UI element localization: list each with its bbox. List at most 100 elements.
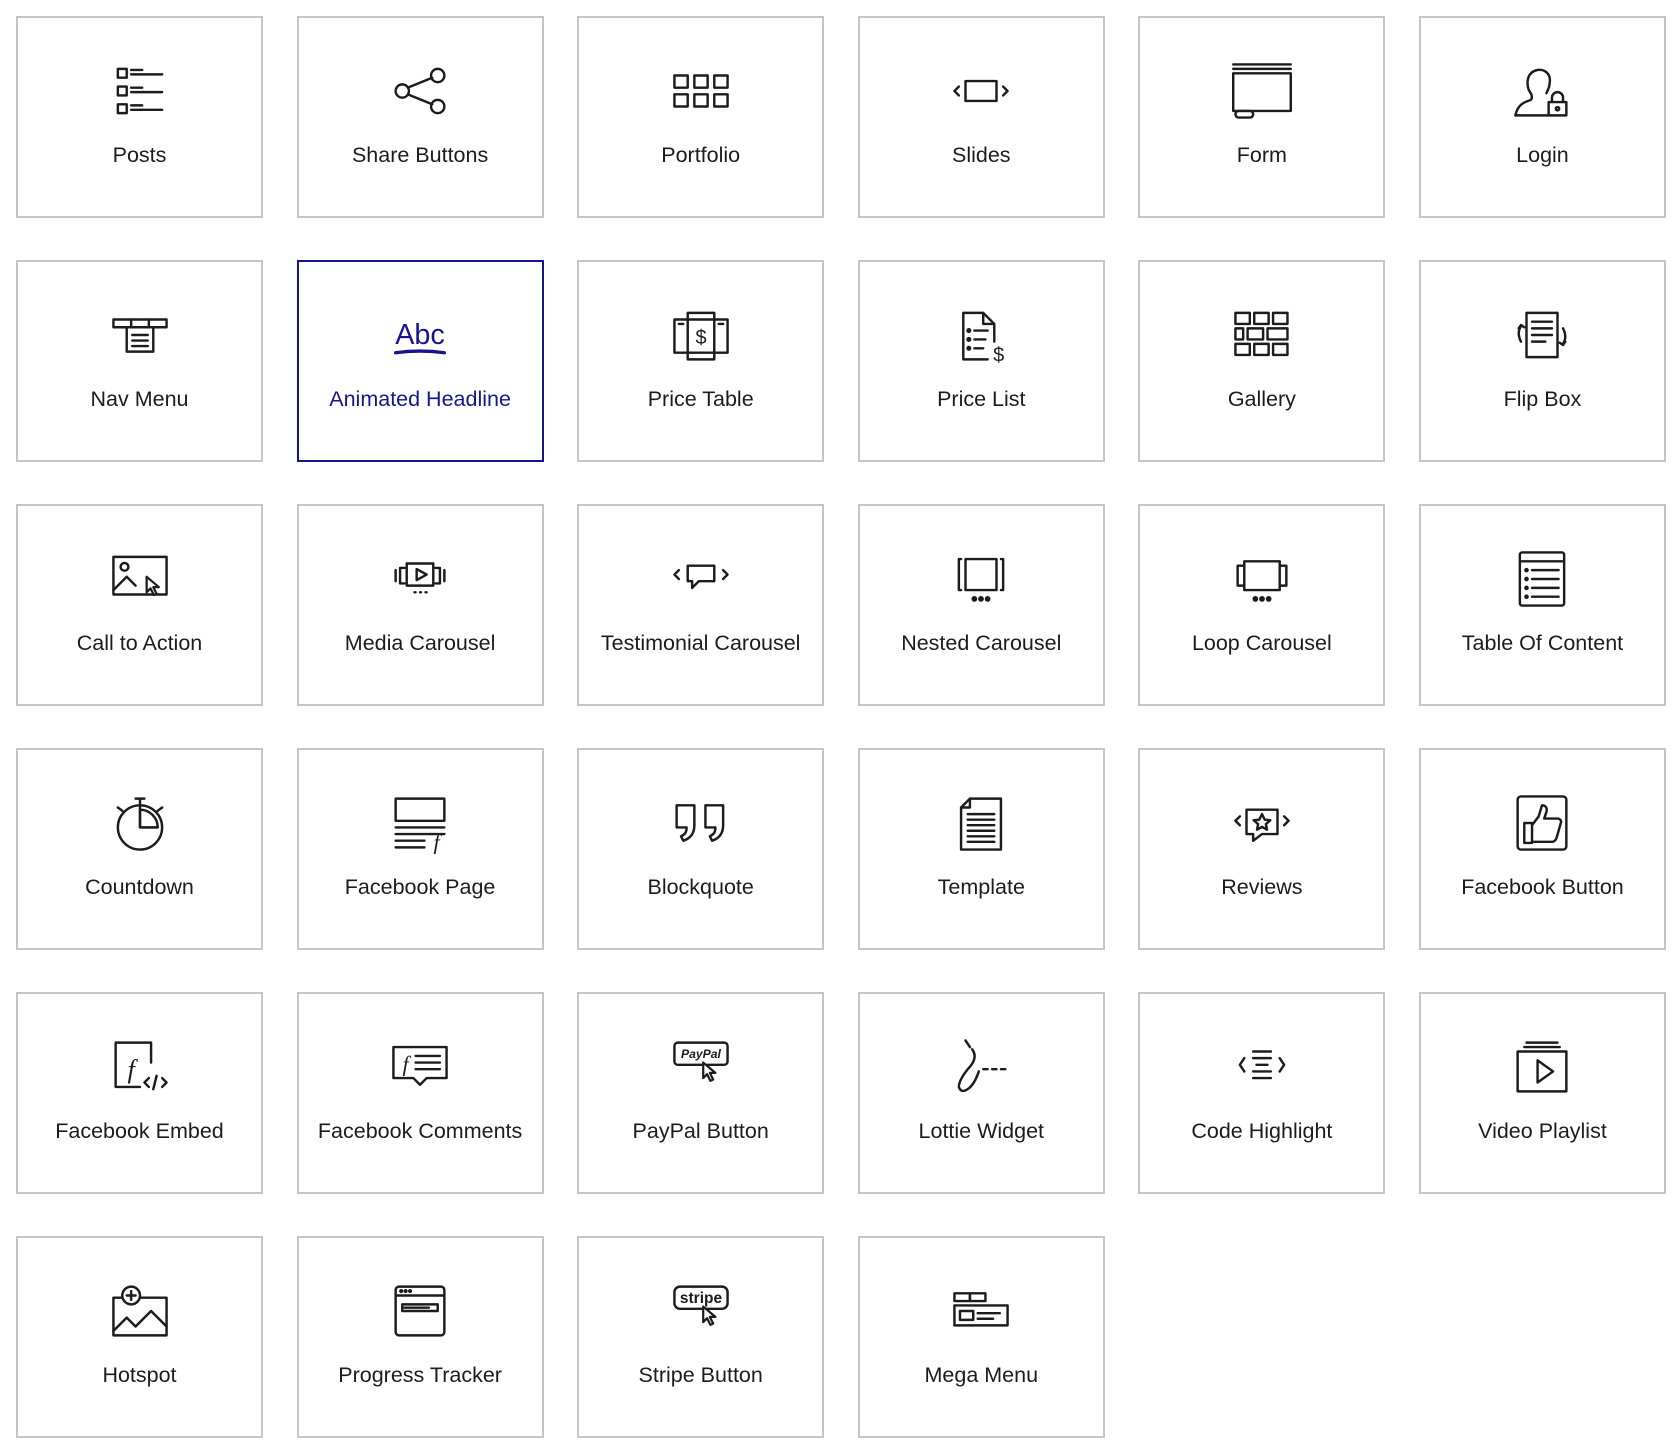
mega-menu-icon: [950, 1280, 1012, 1342]
widget-label: Animated Headline: [329, 387, 511, 411]
price-table-icon: $: [670, 304, 732, 366]
widget-label: Price Table: [647, 387, 754, 411]
hotspot-icon: [109, 1280, 171, 1342]
widget-tile-slides[interactable]: Slides: [857, 16, 1105, 218]
widget-label: Video Playlist: [1478, 1119, 1607, 1143]
widget-label: Facebook Button: [1461, 875, 1624, 899]
animated-headline-icon: Abc: [389, 304, 451, 366]
widget-tile-login[interactable]: Login: [1418, 16, 1666, 218]
stripe-button-icon: stripe: [670, 1280, 732, 1342]
widget-tile-facebook-comments[interactable]: f Facebook Comments: [296, 992, 544, 1194]
widget-tile-portfolio[interactable]: Portfolio: [577, 16, 825, 218]
widget-label: Stripe Button: [638, 1363, 763, 1387]
widget-label: Mega Menu: [924, 1363, 1039, 1387]
svg-text:f: f: [403, 1051, 412, 1076]
widget-tile-nested-carousel[interactable]: Nested Carousel: [857, 504, 1105, 706]
widget-label: PayPal Button: [632, 1119, 769, 1143]
portfolio-icon: [670, 60, 732, 122]
widget-tile-share-buttons[interactable]: Share Buttons: [296, 16, 544, 218]
svg-text:$: $: [695, 327, 706, 349]
widget-tile-call-to-action[interactable]: Call to Action: [16, 504, 263, 706]
widget-label: Table Of Content: [1461, 631, 1624, 655]
table-of-content-icon: [1511, 548, 1573, 610]
login-icon: [1511, 60, 1573, 122]
flip-box-icon: [1511, 304, 1573, 366]
widget-tile-posts[interactable]: Posts: [16, 16, 263, 218]
facebook-page-icon: f: [389, 792, 451, 854]
blockquote-icon: [670, 792, 732, 854]
facebook-comments-icon: f: [389, 1036, 451, 1098]
widget-tile-stripe-button[interactable]: stripe Stripe Button: [577, 1236, 825, 1438]
widget-label: Posts: [112, 143, 167, 167]
widget-tile-code-highlight[interactable]: Code Highlight: [1138, 992, 1386, 1194]
slides-icon: [950, 60, 1012, 122]
paypal-button-icon: PayPal: [670, 1036, 732, 1098]
price-list-icon: $: [950, 304, 1012, 366]
widget-tile-price-list[interactable]: $ Price List: [857, 260, 1105, 462]
widget-tile-table-of-content[interactable]: Table Of Content: [1418, 504, 1666, 706]
widget-tile-facebook-page[interactable]: f Facebook Page: [296, 748, 544, 950]
widget-label: Facebook Page: [344, 875, 496, 899]
widget-label: Testimonial Carousel: [600, 631, 801, 655]
reviews-icon: [1231, 792, 1293, 854]
template-icon: [950, 792, 1012, 854]
widget-tile-blockquote[interactable]: Blockquote: [577, 748, 825, 950]
widget-tile-template[interactable]: Template: [857, 748, 1105, 950]
widget-tile-facebook-button[interactable]: Facebook Button: [1418, 748, 1666, 950]
widget-label: Media Carousel: [344, 631, 496, 655]
widget-tile-media-carousel[interactable]: Media Carousel: [296, 504, 544, 706]
widget-tile-facebook-embed[interactable]: f Facebook Embed: [16, 992, 263, 1194]
widget-tile-reviews[interactable]: Reviews: [1138, 748, 1386, 950]
testimonial-carousel-icon: [670, 548, 732, 610]
widget-label: Login: [1516, 143, 1569, 167]
countdown-icon: [109, 792, 171, 854]
widget-label: Nested Carousel: [901, 631, 1062, 655]
widget-tile-lottie-widget[interactable]: Lottie Widget: [857, 992, 1105, 1194]
widget-tile-mega-menu[interactable]: Mega Menu: [857, 1236, 1105, 1438]
widget-label: Form: [1236, 143, 1287, 167]
progress-tracker-icon: [389, 1280, 451, 1342]
widget-label: Flip Box: [1503, 387, 1582, 411]
widget-label: Progress Tracker: [338, 1363, 502, 1387]
widget-label: Code Highlight: [1191, 1119, 1333, 1143]
widget-label: Facebook Embed: [55, 1119, 224, 1143]
code-highlight-icon: [1231, 1036, 1293, 1098]
widget-label: Call to Action: [76, 631, 203, 655]
abc-text: Abc: [395, 319, 445, 351]
widget-label: Portfolio: [661, 143, 741, 167]
widget-tile-paypal-button[interactable]: PayPal PayPal Button: [577, 992, 825, 1194]
facebook-button-icon: [1511, 792, 1573, 854]
nav-menu-icon: [109, 304, 171, 366]
svg-text:PayPal: PayPal: [681, 1047, 721, 1061]
call-to-action-icon: [109, 548, 171, 610]
widget-label: Facebook Comments: [317, 1119, 523, 1143]
widget-tile-price-table[interactable]: $ Price Table: [577, 260, 825, 462]
widget-label: Countdown: [85, 875, 194, 899]
widget-tile-progress-tracker[interactable]: Progress Tracker: [296, 1236, 544, 1438]
widget-tile-gallery[interactable]: Gallery: [1138, 260, 1386, 462]
nested-carousel-icon: [950, 548, 1012, 610]
widget-label: Blockquote: [647, 875, 754, 899]
widget-label: Template: [937, 875, 1025, 899]
widget-label: Price List: [937, 387, 1026, 411]
widget-tile-video-playlist[interactable]: Video Playlist: [1418, 992, 1666, 1194]
widget-tile-animated-headline[interactable]: Abc Animated Headline: [296, 260, 544, 462]
widget-label: Share Buttons: [351, 143, 489, 167]
widget-tile-hotspot[interactable]: Hotspot: [16, 1236, 263, 1438]
share-icon: [389, 60, 451, 122]
widget-label: Lottie Widget: [918, 1119, 1045, 1143]
widget-tile-countdown[interactable]: Countdown: [16, 748, 263, 950]
form-icon: [1231, 60, 1293, 122]
widget-label: Gallery: [1227, 387, 1296, 411]
widget-tile-testimonial-carousel[interactable]: Testimonial Carousel: [577, 504, 825, 706]
gallery-icon: [1231, 304, 1293, 366]
widget-tile-form[interactable]: Form: [1138, 16, 1386, 218]
widget-tile-nav-menu[interactable]: Nav Menu: [16, 260, 263, 462]
svg-text:f: f: [127, 1054, 138, 1084]
widget-label: Hotspot: [102, 1363, 177, 1387]
loop-carousel-icon: [1231, 548, 1293, 610]
widget-label: Nav Menu: [90, 387, 189, 411]
widget-tile-flip-box[interactable]: Flip Box: [1418, 260, 1666, 462]
widget-grid: Posts Share Buttons Portfolio Slides Form Log…: [16, 16, 1666, 1438]
widget-tile-loop-carousel[interactable]: Loop Carousel: [1138, 504, 1386, 706]
